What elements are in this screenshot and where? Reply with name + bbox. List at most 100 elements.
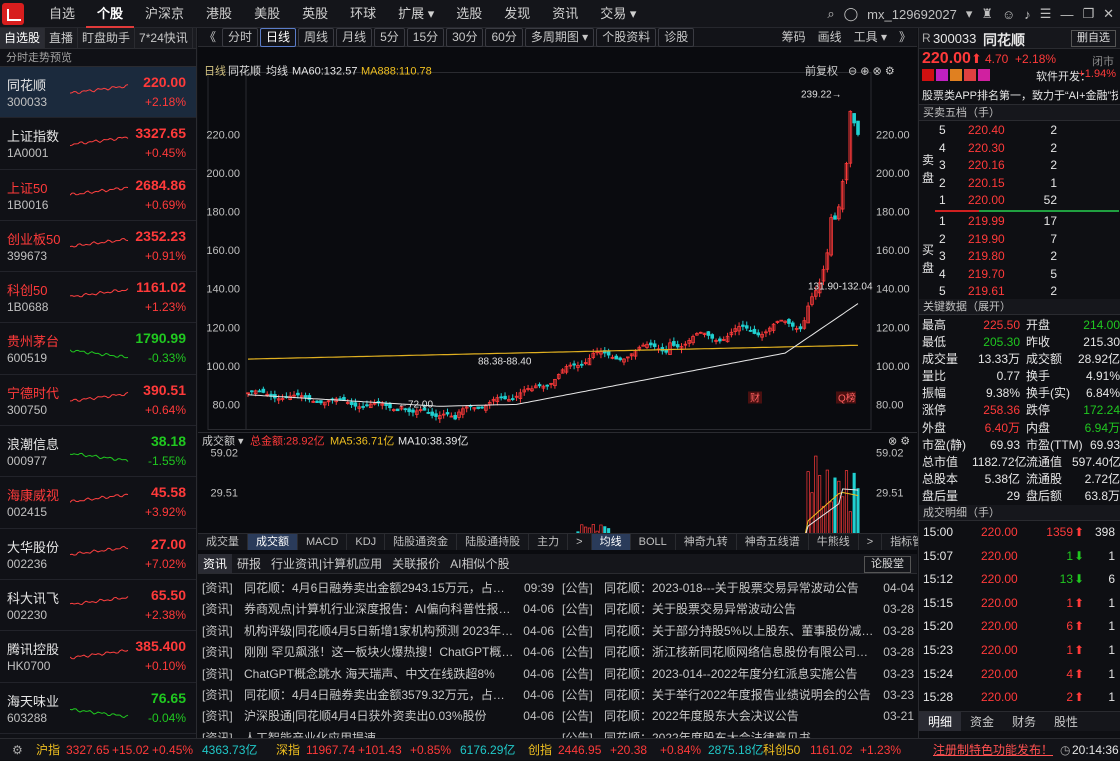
watchlist-item[interactable]: 科大讯飞 002230 65.50 +2.38% [0,580,196,632]
indicator-tab[interactable]: 主力 [529,534,569,550]
nav-5[interactable]: 英股 [291,0,339,28]
collapse-right-icon[interactable]: 》 [893,29,917,46]
nav-11[interactable]: 交易 ▾ [589,0,647,28]
kline-chart[interactable]: 日线 同花顺 均线 MA60:132.57 MA888:110.78 前复权 ⊖ ⊕ ⊗ ⚙… [198,47,917,565]
overlay-tab[interactable]: 神奇五线谱 [737,534,809,550]
news-item[interactable]: [公告] 同花顺：关于股票交易异常波动公告 03-28 [562,599,914,620]
news-tab[interactable]: 研报 [232,554,266,573]
nav-6[interactable]: 环球 [339,0,387,28]
watchlist-item[interactable]: 科创50 1B0688 1161.02 +1.23% [0,272,196,324]
watchlist-item[interactable]: 创业板50 399673 2352.23 +0.91% [0,221,196,273]
watchlist-item[interactable]: 上证50 1B0016 2684.86 +0.69% [0,170,196,221]
news-item[interactable]: [公告] 同花顺：2022年度股东大会决议公告 03-21 [562,706,914,727]
nav-8[interactable]: 选股 [445,0,493,28]
chart-tool-btn[interactable]: 工具 ▾ [848,29,893,46]
period-btn[interactable]: 15分 [406,27,445,47]
overlay-tab[interactable]: 均线 [591,534,631,550]
watchlist-tab[interactable]: 自选股 [0,28,46,48]
news-item[interactable]: [资讯] 同花顺：4月4日融券卖出金额3579.32万元，占当日... 04-06 [202,685,554,706]
search-icon[interactable]: ⌕ [827,6,834,22]
news-item[interactable]: [公告] 同花顺：关于部分持股5%以上股东、董事股份减持... 03-28 [562,621,914,642]
index-name[interactable]: 沪指 [36,739,60,761]
minimize-icon[interactable]: — [1060,7,1073,22]
watchlist-item[interactable]: 海康威视 002415 45.58 +3.92% [0,477,196,529]
news-item[interactable]: [资讯] 同花顺：4月6日融券卖出金额2943.15万元，占当日... 09:39 [202,578,554,599]
sell-level[interactable]: 5 220.40 2 [919,122,1120,140]
watchlist-item[interactable]: 大华股份 002236 27.00 +7.02% [0,529,196,580]
indicator-tab[interactable]: KDJ [347,534,386,550]
news-item[interactable]: [公告] 同花顺：2023-014--2022年度分红派息实施公告 03-23 [562,664,914,685]
tab-scroll-icon[interactable]: > [568,534,592,550]
news-tab[interactable]: 关联报价 [387,554,445,573]
adjust-label[interactable]: 前复权 [805,64,838,78]
restore-icon[interactable]: ❐ [1082,6,1094,22]
overlay-tab[interactable]: 牛熊线 [809,534,859,550]
user-dropdown-icon[interactable]: ▾ [966,6,973,22]
watchlist-tab[interactable]: 盯盘助手 [78,28,136,48]
promo-link[interactable]: 注册制特色功能发布！ [933,739,1053,761]
period-btn[interactable]: 多周期图 ▾ [524,27,595,47]
period-btn[interactable]: 月线 [336,27,373,47]
buy-level[interactable]: 5 219.61 2 [919,283,1120,301]
nav-3[interactable]: 港股 [195,0,243,28]
index-name[interactable]: 创指 [528,739,552,761]
chart-tool-btn[interactable]: 画线 [812,29,848,46]
indicator-tab[interactable]: 成交量 [198,534,248,550]
chart-controls-icon[interactable]: ⊖ ⊕ ⊗ ⚙ [848,66,895,78]
period-btn[interactable]: 30分 [446,27,484,47]
period-btn[interactable]: 5分 [374,27,405,47]
vol-close-icon[interactable]: ⊗ ⚙ [888,436,910,448]
buy-level[interactable]: 3 219.80 2 [919,248,1120,266]
username[interactable]: mx_129692027 [867,7,957,22]
watchlist-tab[interactable]: 7*24快讯 [135,28,193,48]
news-item[interactable]: [公告] 同花顺：2023-018---关于股票交易异常波动公告 04-04 [562,578,914,599]
watchlist-item[interactable]: 浪潮信息 000977 38.18 -1.55% [0,426,196,478]
news-item[interactable]: [资讯] 券商观点|计算机行业深度报告：AI偏向科普性报告-... 04-06 [202,599,554,620]
collapse-left-icon[interactable]: 《 [198,29,222,46]
news-item[interactable]: [公告] 同花顺：关于举行2022年度报告业绩说明会的公告 03-23 [562,685,914,706]
news-item[interactable]: [资讯] ChatGPT概念跳水 海天瑞声、中文在线跌超8% 04-06 [202,664,554,685]
watchlist-item[interactable]: 上证指数 1A0001 3327.65 +0.45% [0,118,196,170]
watchlist-item[interactable]: 贵州茅台 600519 1790.99 -0.33% [0,323,196,375]
nav-9[interactable]: 发现 [493,0,541,28]
nav-10[interactable]: 资讯 [541,0,589,28]
news-item[interactable]: [资讯] 沪深股通|同花顺4月4日获外资卖出0.03%股份 04-06 [202,706,554,727]
watchlist-item[interactable]: 同花顺 300033 220.00 +2.18% [0,67,196,119]
settings-icon[interactable]: ☰ [1040,6,1052,22]
news-tab[interactable]: 资讯 [198,554,233,573]
remove-watchlist-button[interactable]: 删自选 [1071,30,1116,47]
detail-tab[interactable]: 明细 [919,712,962,731]
news-item[interactable]: [资讯] 刚刚 罕见飙涨！这一板块火爆热搜！ChatGPT概念... 04-06 [202,642,554,663]
vol-indicator-label[interactable]: 成交额 ▾ [202,434,244,448]
overlay-tab[interactable]: 神奇九转 [676,534,737,550]
sell-level[interactable]: 1 220.00 52 [919,192,1120,210]
bell-icon[interactable]: ♪ [1024,7,1031,22]
user-icon[interactable]: ☺ [1002,7,1015,22]
nav-1[interactable]: 个股 [86,0,135,28]
detail-tab[interactable]: 资金 [961,712,1003,731]
watchlist-item[interactable]: 腾讯控股 HK0700 385.400 +0.10% [0,631,196,683]
nav-2[interactable]: 沪深京 [134,0,195,28]
indicator-tab[interactable]: 陆股通持股 [457,534,530,550]
key-data-header[interactable]: 关键数据（展开） [919,299,1120,315]
watchlist-item[interactable]: 宁德时代 300750 390.51 +0.64% [0,375,196,427]
news-tab[interactable]: AI相似个股 [445,554,514,573]
tab-scroll-icon[interactable]: > [859,534,883,550]
nav-0[interactable]: 自选 [38,0,86,28]
avatar-icon[interactable]: ◯ [844,6,859,22]
indicator-tab[interactable]: 成交额 [248,534,298,550]
period-btn[interactable]: 60分 [485,27,523,47]
sell-level[interactable]: 4 220.30 2 [919,140,1120,158]
sell-level[interactable]: 3 220.16 2 [919,157,1120,175]
indicator-tab[interactable]: 陆股通资金 [385,534,458,550]
period-btn[interactable]: 个股资料 [596,27,657,47]
nav-7[interactable]: 扩展 ▾ [387,0,445,28]
chart-tool-btn[interactable]: 筹码 [776,29,812,46]
lungutang-button[interactable]: 论股堂 [864,556,911,573]
buy-level[interactable]: 4 219.70 5 [919,266,1120,284]
indicator-tab[interactable]: MACD [298,534,348,550]
news-tab[interactable]: 行业资讯|计算机应用 [266,554,387,573]
sell-level[interactable]: 2 220.15 1 [919,175,1120,193]
period-btn[interactable]: 周线 [298,27,335,47]
index-name[interactable]: 科创50 [763,739,800,761]
